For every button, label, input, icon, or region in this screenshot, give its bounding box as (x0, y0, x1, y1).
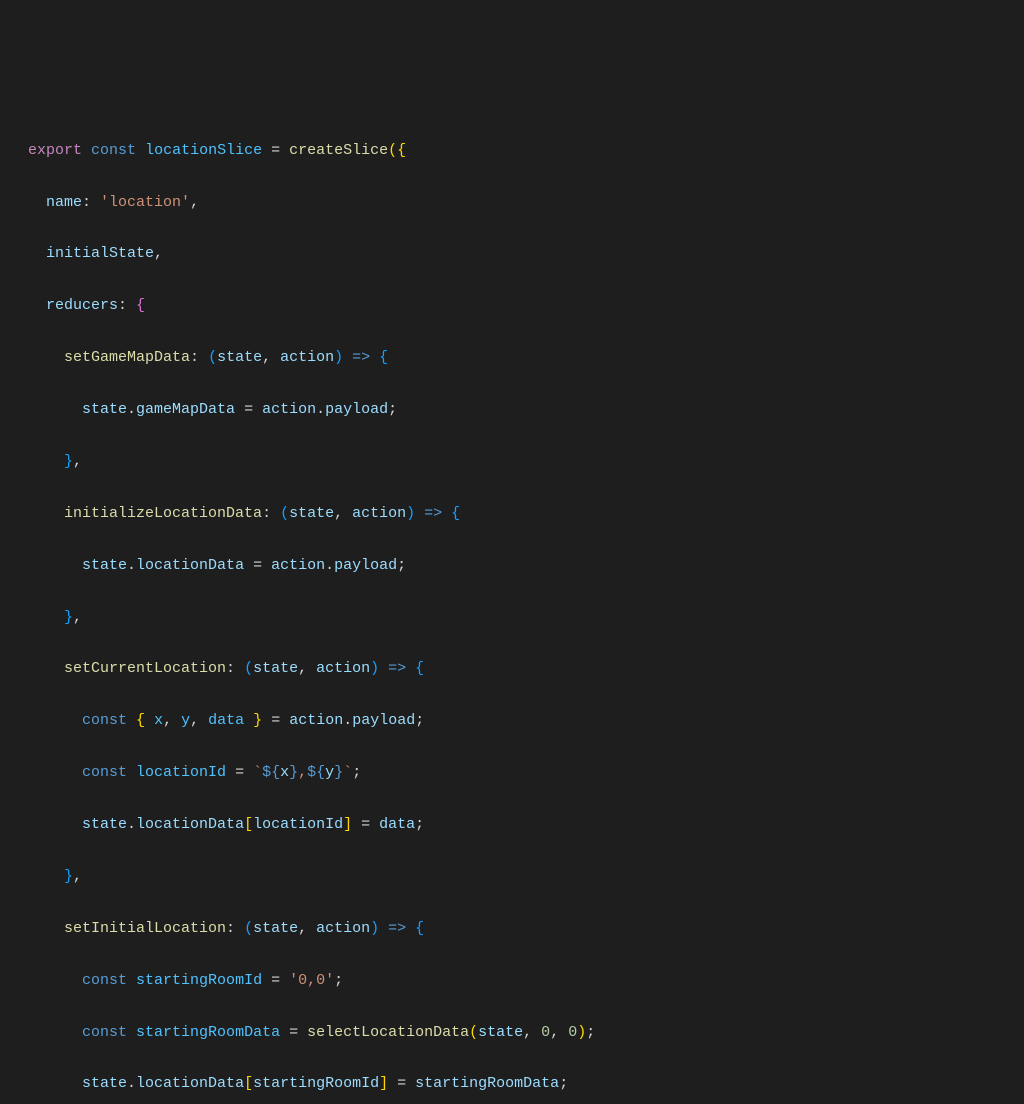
code-line: }, (28, 605, 1024, 631)
code-line: state.locationData[locationId] = data; (28, 812, 1024, 838)
code-line: export const locationSlice = createSlice… (28, 138, 1024, 164)
code-line: reducers: { (28, 293, 1024, 319)
code-line: setGameMapData: (state, action) => { (28, 345, 1024, 371)
code-line: setInitialLocation: (state, action) => { (28, 916, 1024, 942)
code-line: const startingRoomData = selectLocationD… (28, 1020, 1024, 1046)
code-line: state.gameMapData = action.payload; (28, 397, 1024, 423)
code-line: initialState, (28, 241, 1024, 267)
code-line: setCurrentLocation: (state, action) => { (28, 656, 1024, 682)
code-line: name: 'location', (28, 190, 1024, 216)
code-line: const locationId = `${x},${y}`; (28, 760, 1024, 786)
code-line: }, (28, 864, 1024, 890)
code-line: const { x, y, data } = action.payload; (28, 708, 1024, 734)
code-line: initializeLocationData: (state, action) … (28, 501, 1024, 527)
code-editor[interactable]: export const locationSlice = createSlice… (28, 112, 1024, 1104)
code-line: state.locationData = action.payload; (28, 553, 1024, 579)
code-line: state.locationData[startingRoomId] = sta… (28, 1071, 1024, 1097)
code-line: const startingRoomId = '0,0'; (28, 968, 1024, 994)
code-line: }, (28, 449, 1024, 475)
